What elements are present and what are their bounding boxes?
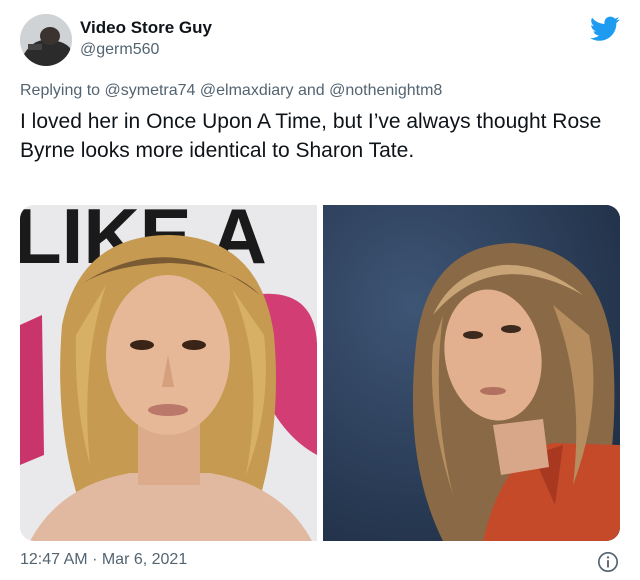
author-handle[interactable]: @germ560 [80,41,159,59]
avatar-image [20,14,72,66]
portrait-image: LIKE A [20,205,317,541]
mention-link[interactable]: @elmaxdiary [200,82,294,99]
twitter-bird-icon[interactable] [590,16,620,42]
tweet-timestamp[interactable]: 12:47 AM · Mar 6, 2021 [20,551,187,569]
tweet-text: I loved her in Once Upon A Time, but I’v… [20,110,602,162]
author-name[interactable]: Video Store Guy [80,18,212,38]
tweet-time: 12:47 AM [20,551,88,568]
avatar[interactable] [20,14,72,66]
photo-right[interactable] [323,205,620,541]
meta-separator: · [92,551,98,568]
mention-link[interactable]: @symetra74 [105,82,196,99]
info-icon[interactable] [597,551,619,573]
reply-context: Replying to @symetra74 @elmaxdiary and @… [20,82,442,100]
media-grid: LIKE A [20,205,620,541]
tweet-date: Mar 6, 2021 [101,551,188,568]
photo-left[interactable]: LIKE A [20,205,317,541]
reply-prefix: Replying to [20,82,101,99]
portrait-image [323,205,620,541]
reply-joiner: and [297,82,325,99]
tweet-card: Video Store Guy @germ560 Replying to @sy… [0,0,640,580]
mention-link[interactable]: @nothenightm8 [329,82,442,99]
